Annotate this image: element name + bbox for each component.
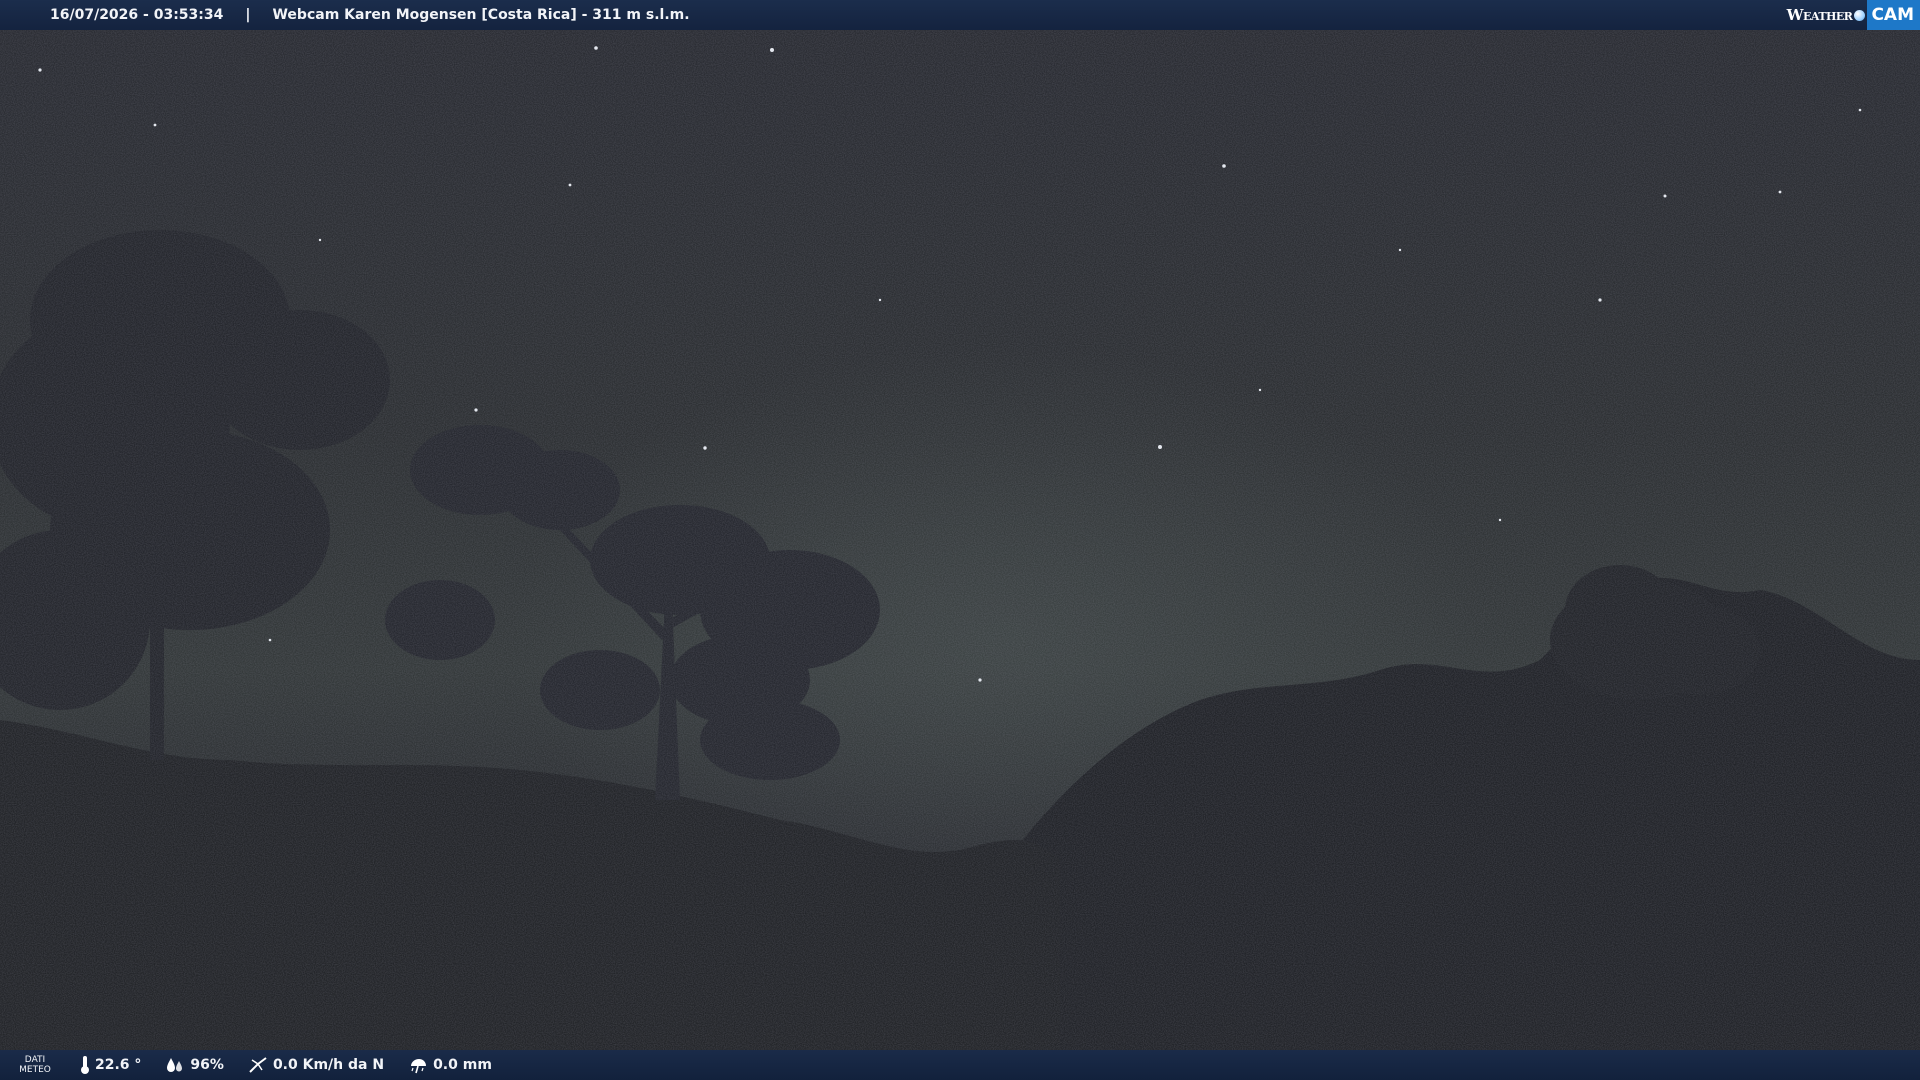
humidity-reading: 96%	[165, 1056, 224, 1074]
temperature-reading: 22.6 °	[80, 1055, 141, 1075]
temperature-value: 22.6 °	[95, 1057, 142, 1073]
rain-value: 0.0 mm	[433, 1057, 492, 1073]
wind-reading: 0.0 Km/h da N	[248, 1056, 384, 1074]
webcam-title: Webcam Karen Mogensen [Costa Rica] - 311…	[272, 7, 690, 23]
weather-data-label-line2: METEO	[19, 1065, 51, 1075]
rain-reading: 0.0 mm	[408, 1056, 492, 1074]
wind-value: 0.0 Km/h da N	[272, 1057, 385, 1073]
header-separator: |	[245, 7, 251, 23]
night-landscape-image	[0, 0, 1920, 1080]
weather-data-bar: DATI METEO 22.6 ° 96% 0.0 Km/h da N 0.0 …	[0, 1050, 1920, 1080]
top-info-bar: 16/07/2026 - 03:53:34 | Webcam Karen Mog…	[0, 0, 1920, 30]
humidity-value: 96%	[190, 1057, 224, 1073]
weather-data-label: DATI METEO	[0, 1055, 70, 1075]
humidity-drops-icon	[167, 1058, 183, 1072]
wind-vane-icon	[249, 1057, 267, 1073]
webcam-frame: 16/07/2026 - 03:53:34 | Webcam Karen Mog…	[0, 0, 1920, 1080]
brand-weather-text: Weather	[1786, 6, 1853, 24]
brand-globe-icon	[1854, 9, 1866, 21]
brand-cam-text: CAM	[1867, 0, 1920, 30]
weather-data-label-line1: DATI	[24, 1055, 46, 1065]
weathercam-logo: Weather CAM	[1787, 0, 1920, 30]
sensor-noise-overlay	[0, 0, 1920, 1080]
rain-gauge-icon	[411, 1059, 427, 1074]
thermometer-icon	[81, 1056, 89, 1074]
timestamp: 16/07/2026 - 03:53:34	[50, 7, 224, 23]
